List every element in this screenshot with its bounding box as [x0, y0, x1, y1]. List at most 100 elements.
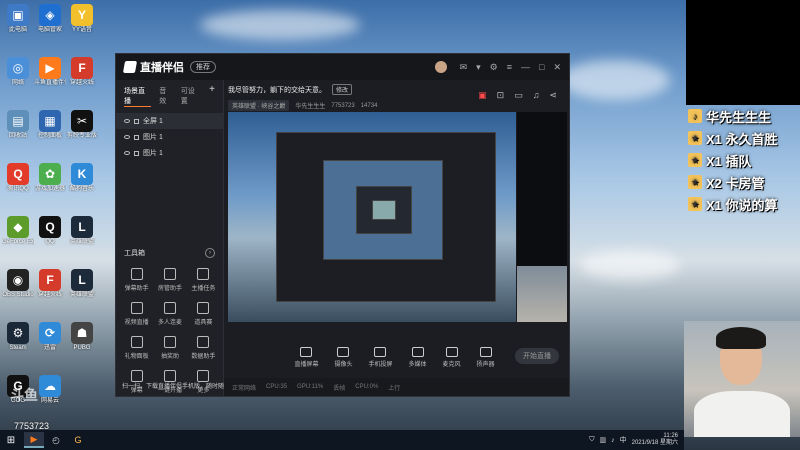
- tab-scene[interactable]: 场景直播: [124, 86, 152, 107]
- tool-item[interactable]: 多人连麦: [153, 302, 186, 326]
- desktop-icon[interactable]: ⚙ Steam: [2, 322, 34, 352]
- share-icon[interactable]: ⋖: [549, 90, 557, 101]
- tab-settings[interactable]: 可设置: [181, 86, 201, 107]
- desktop-icon[interactable]: Q QQ: [34, 216, 66, 246]
- category-badge[interactable]: 英雄联盟 · 峡谷之巅: [228, 100, 290, 111]
- source-tool[interactable]: 麦克风: [443, 346, 461, 368]
- add-scene-icon[interactable]: +: [209, 85, 215, 107]
- desktop-app-icon: Q: [7, 163, 29, 185]
- watermark: 斗鱼: [10, 387, 38, 403]
- stream-preview[interactable]: [228, 112, 516, 322]
- taskbar-douyu-icon[interactable]: ▶: [24, 432, 44, 448]
- scene-item[interactable]: 全屏 1: [116, 113, 223, 129]
- source-tool[interactable]: 直播屏幕: [294, 346, 318, 368]
- avatar[interactable]: [434, 61, 447, 73]
- heat-value: 14734: [360, 102, 378, 109]
- settings-icon[interactable]: ⚙: [490, 62, 498, 72]
- desktop-icon[interactable]: K 酷狗音乐: [66, 163, 98, 193]
- source-toolbar: 直播屏幕 摄像头 手机投屏 多媒体 麦克风 扬声器: [228, 344, 561, 370]
- desktop-icon[interactable]: ✿ 游戏加速器: [34, 163, 66, 193]
- title-pill[interactable]: 推荐: [190, 61, 216, 73]
- source-tool-icon: [479, 346, 492, 357]
- source-tool[interactable]: 多媒体: [409, 346, 427, 368]
- desktop-icon[interactable]: ▶斗鱼直播伴侣: [34, 57, 66, 87]
- mail-icon[interactable]: ✉: [460, 62, 468, 72]
- desktop-app-icon: ◎: [7, 57, 29, 79]
- desktop-icon[interactable]: ✂ 剪映专业版: [66, 110, 98, 140]
- source-tool[interactable]: 扬声器: [477, 346, 495, 368]
- tray-volume-icon[interactable]: ♪: [611, 437, 615, 444]
- menu-icon[interactable]: ≡: [507, 62, 512, 72]
- desktop-app-icon: F: [71, 57, 93, 79]
- record-icon[interactable]: ▣: [478, 90, 487, 101]
- tool-item[interactable]: 视频直播: [120, 302, 153, 326]
- desktop-icon[interactable]: ▤ 回收站: [2, 110, 34, 140]
- status-item: CPU:35: [266, 384, 288, 390]
- scene-item[interactable]: 图片 1: [116, 145, 223, 161]
- desktop-app-icon: ▦: [39, 110, 61, 132]
- desktop-icon-label: OBS Studio: [2, 292, 34, 298]
- desktop-icon[interactable]: L 英雄联盟: [66, 216, 98, 246]
- tool-item[interactable]: 弹幕助手: [120, 268, 153, 292]
- taskbar-clock-icon[interactable]: ◴: [46, 432, 66, 448]
- desktop-icon[interactable]: ◈ 电脑管家: [34, 4, 66, 34]
- desktop-icon[interactable]: ◉ OBS Studio: [2, 269, 34, 299]
- start-icon[interactable]: ⊞: [0, 435, 22, 446]
- tool-item[interactable]: 数据助手: [187, 336, 220, 360]
- desktop-icon[interactable]: ◎ 网络: [2, 57, 34, 87]
- eye-icon[interactable]: [124, 119, 130, 123]
- desktop-icon-label: 电脑管家: [37, 27, 62, 33]
- desktop-icon[interactable]: Q 腾讯QQ: [2, 163, 34, 193]
- tool-label: 房管助手: [157, 286, 182, 292]
- gift-icon[interactable]: ▾: [476, 62, 481, 72]
- desktop-icon[interactable]: ▦ 控制面板: [34, 110, 66, 140]
- screen-icon[interactable]: ▭: [514, 90, 523, 101]
- desktop-icon[interactable]: ☁ 网易云: [34, 375, 66, 405]
- source-tool[interactable]: 手机投屏: [368, 346, 393, 368]
- scene-label: 全屏 1: [143, 118, 163, 125]
- lock-icon[interactable]: ⊡: [497, 90, 505, 101]
- lock-icon[interactable]: [134, 118, 139, 124]
- window-controls: ✉ ▾ ⚙ ≡ — □ ✕: [434, 61, 561, 73]
- tray-lang[interactable]: 中: [620, 435, 627, 445]
- desktop-icon[interactable]: F 穿越火线: [66, 57, 98, 87]
- lock-icon[interactable]: [134, 134, 139, 140]
- desktop-icon[interactable]: ◆GeForce Experience: [2, 216, 34, 246]
- source-tool-icon: [411, 346, 424, 357]
- eye-icon[interactable]: [124, 151, 130, 155]
- close-icon[interactable]: ✕: [553, 62, 561, 72]
- tool-item[interactable]: 礼物面板: [120, 336, 153, 360]
- lock-icon[interactable]: [134, 150, 139, 156]
- tray-shield-icon[interactable]: ⛉: [589, 436, 594, 444]
- desktop-icon[interactable]: ⟳ 迅雷: [34, 322, 66, 352]
- tool-item[interactable]: 抽奖助: [153, 336, 186, 360]
- tab-audio[interactable]: 音效: [159, 86, 173, 107]
- desktop-icon[interactable]: ▣ 此电脑: [2, 4, 34, 34]
- clock[interactable]: 11:26 2021/9/18 星期六: [632, 433, 678, 447]
- tool-icon: [197, 268, 210, 280]
- desktop-icon[interactable]: ☗ PUBG: [66, 322, 98, 352]
- stream-title: 我尽管努力，躺下的交给天意。: [228, 86, 326, 94]
- tool-item[interactable]: 房管助手: [153, 268, 186, 292]
- tool-item[interactable]: 主播任务: [187, 268, 220, 292]
- maximize-icon[interactable]: □: [539, 62, 544, 72]
- desktop-icon-label: 控制面板: [37, 133, 62, 139]
- desktop-icon[interactable]: Y YY语音: [66, 4, 98, 34]
- desktop-icon-label: 网络: [11, 80, 24, 86]
- edit-title-button[interactable]: 修改: [332, 84, 353, 95]
- start-live-button[interactable]: 开始直播: [515, 348, 559, 364]
- desktop-icon[interactable]: F 穿越火线: [34, 269, 66, 299]
- source-tool[interactable]: 摄像头: [334, 346, 352, 368]
- toolbox-more-icon[interactable]: ›: [205, 248, 215, 258]
- tray-network-icon[interactable]: ▥: [600, 436, 607, 444]
- eye-icon[interactable]: [124, 135, 130, 139]
- taskbar-gog-icon[interactable]: G: [68, 432, 88, 448]
- tool-item[interactable]: 道具赛: [187, 302, 220, 326]
- minimize-icon[interactable]: —: [521, 62, 530, 72]
- bell-icon[interactable]: ♫: [533, 90, 540, 101]
- desktop-app-icon: L: [71, 269, 93, 291]
- desktop-icon[interactable]: L 英雄联盟: [66, 269, 98, 299]
- desktop-icon-label: PUBG: [73, 345, 91, 351]
- scene-item[interactable]: 图片 1: [116, 129, 223, 145]
- desktop-icon-label: Steam: [9, 345, 27, 351]
